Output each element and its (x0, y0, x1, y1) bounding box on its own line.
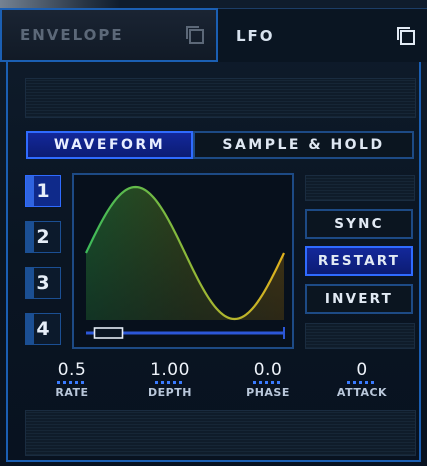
rate-label: RATE (55, 386, 89, 399)
lfo-slot-2-button[interactable]: 2 (25, 221, 61, 253)
tab-envelope[interactable]: ENVELOPE (0, 8, 218, 62)
lfo-slot-3-button[interactable]: 3 (25, 267, 61, 299)
waveform-graph (74, 175, 292, 347)
phase-label: PHASE (246, 386, 290, 399)
lfo-slot-4-button[interactable]: 4 (25, 313, 61, 345)
popout-icon[interactable] (186, 26, 204, 44)
phase-dots (253, 381, 283, 384)
side-empty-slot-top (305, 175, 415, 201)
popout-icon[interactable] (397, 26, 415, 45)
depth-param[interactable]: 1.00 DEPTH (130, 360, 210, 399)
waveform-display[interactable] (72, 173, 294, 349)
lfo-slot-1-button[interactable]: 1 (25, 175, 61, 207)
depth-value: 1.00 (150, 360, 190, 380)
sync-button[interactable]: SYNC (305, 209, 413, 239)
attack-label: ATTACK (336, 386, 388, 399)
waveform-mode-button[interactable]: WAVEFORM (26, 131, 193, 159)
attack-value: 0 (356, 360, 368, 380)
tab-lfo-label: LFO (236, 26, 275, 45)
side-empty-slot-bottom (305, 323, 415, 349)
top-empty-slot (25, 78, 416, 118)
waveform-shape-slider-thumb[interactable] (93, 327, 124, 339)
rate-dots (57, 381, 87, 384)
attack-dots (347, 381, 377, 384)
phase-param[interactable]: 0.0 PHASE (228, 360, 308, 399)
waveform-fade (74, 175, 292, 347)
tab-envelope-label: ENVELOPE (20, 26, 124, 44)
depth-dots (155, 381, 185, 384)
restart-button[interactable]: RESTART (305, 246, 413, 276)
sample-hold-mode-button[interactable]: SAMPLE & HOLD (193, 131, 414, 159)
attack-param[interactable]: 0 ATTACK (322, 360, 402, 399)
rate-param[interactable]: 0.5 RATE (32, 360, 112, 399)
depth-label: DEPTH (148, 386, 192, 399)
phase-value: 0.0 (253, 360, 283, 380)
rate-value: 0.5 (57, 360, 87, 380)
bottom-empty-slot (25, 410, 416, 456)
invert-button[interactable]: INVERT (305, 284, 413, 314)
tab-lfo[interactable]: LFO (218, 8, 427, 62)
